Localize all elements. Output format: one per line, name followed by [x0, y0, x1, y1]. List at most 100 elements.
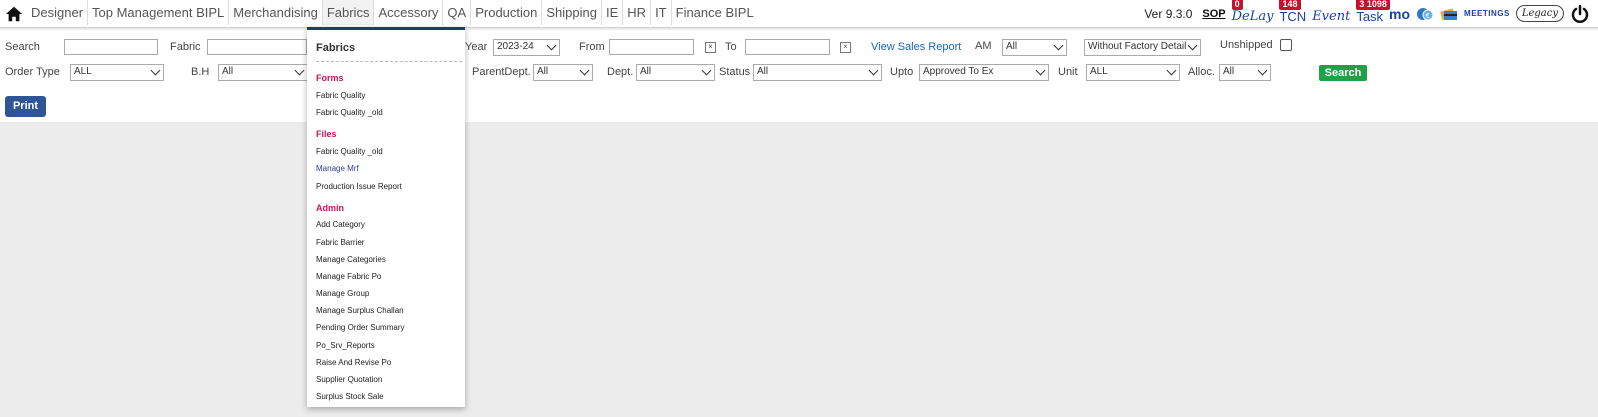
tcn-badge: 148 [1279, 0, 1301, 10]
menu-item-manage-surplus-challan[interactable]: Manage Surplus Challan [316, 306, 404, 315]
menu-accessory[interactable]: Accessory [374, 0, 444, 25]
menu-item-raise-and-revise-po[interactable]: Raise And Revise Po [316, 358, 391, 367]
am-select[interactable]: All [1002, 39, 1067, 56]
chevron-down-icon [579, 65, 590, 76]
event-link[interactable]: Event [1312, 3, 1350, 24]
chevron-down-icon [294, 65, 305, 76]
menu-item-supplier-quotation[interactable]: Supplier Quotation [316, 375, 382, 384]
menu-qa[interactable]: QA [443, 0, 472, 25]
delay-badge: 0 [1231, 0, 1243, 10]
year-label: Year [465, 41, 488, 53]
menu-item-pending-order-summary[interactable]: Pending Order Summary [316, 323, 404, 332]
section-admin: Admin [316, 203, 344, 213]
chevron-down-icon [868, 65, 879, 76]
menu-top-management[interactable]: Top Management BIPL [88, 0, 230, 25]
search-button[interactable]: Search [1319, 65, 1367, 81]
dropdown-title: Fabrics [316, 42, 356, 54]
menu-designer[interactable]: Designer [27, 0, 89, 25]
clear-to-icon[interactable]: × [840, 42, 851, 53]
search-input[interactable] [64, 39, 158, 55]
search-label: Search [5, 41, 40, 53]
dropdown-divider [316, 61, 462, 62]
chevron-down-icon [701, 65, 712, 76]
print-button[interactable]: Print [5, 96, 46, 117]
menu-item-fabric-quality-old-file[interactable]: Fabric Quality _old [316, 147, 383, 156]
upto-label: Upto [890, 66, 914, 78]
menu-item-manage-fabric-po[interactable]: Manage Fabric Po [316, 272, 381, 281]
filter-panel: Search Fabric Year 2023-24 From × To × V… [0, 30, 1598, 122]
from-date-input[interactable] [609, 39, 694, 55]
delay-link[interactable]: 0 DeLay [1231, 0, 1273, 24]
fabrics-dropdown-menu: Fabrics Forms Fabric Quality Fabric Qual… [307, 27, 465, 407]
order-type-label: Order Type [5, 66, 60, 78]
menu-ie[interactable]: IE [602, 0, 624, 25]
chevron-down-icon [1257, 65, 1268, 76]
header-tools: Ver 9.3.0 SOP 0 DeLay 148 TCN Event 3 10… [1144, 0, 1590, 27]
main-menu: Designer Top Management BIPL Merchandisi… [27, 0, 758, 25]
alloc-select[interactable]: All [1219, 64, 1271, 81]
chevron-down-icon [1166, 65, 1177, 76]
menu-it[interactable]: IT [651, 0, 672, 25]
section-forms: Forms [316, 73, 344, 83]
am-label: AM [975, 40, 992, 52]
sop-link[interactable]: SOP [1202, 8, 1225, 20]
to-label: To [725, 41, 737, 53]
top-navbar: Designer Top Management BIPL Merchandisi… [0, 0, 1598, 28]
dept-select[interactable]: All [636, 64, 715, 81]
currency-icon[interactable]: € [1416, 5, 1434, 23]
menu-fabrics[interactable]: Fabrics [322, 0, 375, 25]
menu-item-fabric-quality[interactable]: Fabric Quality [316, 91, 365, 100]
power-icon[interactable] [1570, 4, 1590, 24]
parent-dept-select[interactable]: All [533, 64, 593, 81]
unshipped-label: Unshipped [1220, 39, 1273, 51]
legacy-link[interactable]: Legacy [1515, 5, 1564, 22]
task-link[interactable]: 3 1098 Task [1356, 0, 1390, 24]
menu-finance[interactable]: Finance BIPL [672, 0, 758, 25]
task-badge: 3 1098 [1356, 0, 1390, 10]
to-date-input[interactable] [745, 39, 830, 55]
bh-select[interactable]: All [218, 64, 308, 81]
menu-item-add-category[interactable]: Add Category [316, 220, 365, 229]
menu-item-fabric-quality-old[interactable]: Fabric Quality _old [316, 108, 383, 117]
menu-item-manage-categories[interactable]: Manage Categories [316, 255, 386, 264]
bh-label: B.H [191, 66, 210, 78]
meetings-link[interactable]: MEETINGS [1464, 9, 1510, 18]
factory-detail-select[interactable]: Without Factory Detail [1084, 39, 1201, 56]
menu-item-manage-group[interactable]: Manage Group [316, 289, 369, 298]
year-select[interactable]: 2023-24 [493, 39, 560, 56]
menu-item-fabric-barrier[interactable]: Fabric Barrier [316, 238, 364, 247]
menu-production[interactable]: Production [471, 0, 543, 25]
version-label: Ver 9.3.0 [1144, 6, 1193, 21]
menu-merchandising[interactable]: Merchandising [229, 0, 323, 25]
menu-hr[interactable]: HR [623, 0, 652, 25]
chevron-down-icon [1053, 40, 1064, 51]
chevron-down-icon [546, 40, 557, 51]
fabric-label: Fabric [170, 41, 201, 53]
menu-item-manage-mrf[interactable]: Manage Mrf [316, 164, 359, 173]
clear-from-icon[interactable]: × [705, 42, 716, 53]
tcn-link[interactable]: 148 TCN [1279, 0, 1306, 24]
section-files: Files [316, 129, 337, 139]
upto-select[interactable]: Approved To Ex [919, 64, 1049, 81]
svg-text:€: € [1426, 12, 1430, 20]
status-label: Status [719, 66, 751, 78]
menu-shipping[interactable]: Shipping [542, 0, 602, 25]
menu-item-surplus-stock-sale[interactable]: Surplus Stock Sale [316, 392, 384, 401]
from-label: From [579, 41, 605, 53]
status-select[interactable]: All [753, 64, 882, 81]
order-type-select[interactable]: ALL [70, 64, 164, 81]
dept-label: Dept. [607, 66, 634, 78]
mo-link[interactable]: mo [1389, 6, 1410, 22]
view-sales-report-link[interactable]: View Sales Report [871, 41, 961, 53]
cards-icon[interactable] [1440, 5, 1458, 23]
unshipped-checkbox[interactable] [1280, 39, 1292, 51]
menu-item-po-srv-reports[interactable]: Po_Srv_Reports [316, 341, 375, 350]
fabric-input[interactable] [207, 39, 307, 55]
menu-item-production-issue-report[interactable]: Production Issue Report [316, 182, 402, 191]
alloc-label: Alloc. [1188, 66, 1215, 78]
chevron-down-icon [1035, 65, 1046, 76]
unit-select[interactable]: ALL [1086, 64, 1180, 81]
parent-dept-label: ParentDept. [472, 66, 531, 78]
chevron-down-icon [150, 65, 161, 76]
home-icon[interactable] [5, 5, 23, 23]
